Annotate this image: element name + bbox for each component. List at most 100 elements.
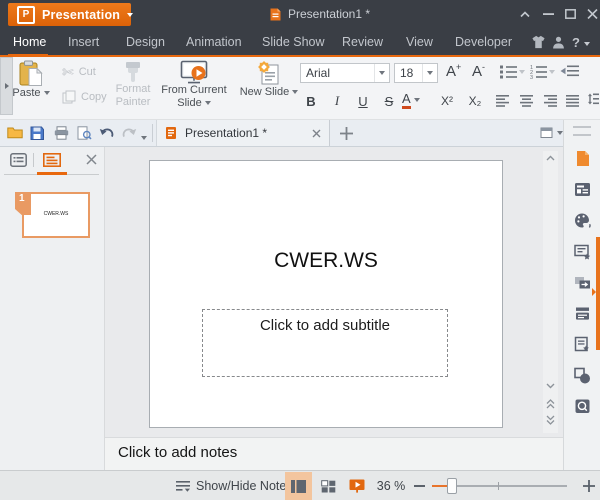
slide-sorter-icon	[321, 480, 336, 493]
preview-pane-icon[interactable]	[574, 398, 591, 415]
next-slide-button[interactable]	[543, 413, 558, 427]
collapsed-pane-flag[interactable]	[596, 237, 600, 350]
tab-design[interactable]: Design	[126, 31, 165, 54]
qat-separator	[152, 124, 153, 142]
switch-window-icon	[540, 127, 554, 139]
indent-icon	[560, 65, 579, 78]
cut-scissors-icon: ✄	[62, 65, 74, 79]
tab-review[interactable]: Review	[342, 31, 383, 54]
account-person-icon[interactable]	[552, 36, 565, 49]
format-painter-button[interactable]: Format Painter	[110, 61, 156, 109]
italic-button[interactable]: I	[326, 91, 348, 111]
copy-button[interactable]: Copy	[62, 90, 107, 104]
save-button[interactable]	[30, 126, 44, 140]
collapse-ribbon-button[interactable]	[517, 8, 533, 20]
new-slide-button[interactable]: New Slide	[238, 61, 300, 98]
scroll-down-button[interactable]	[543, 379, 558, 393]
align-right-button[interactable]	[544, 95, 558, 107]
slide-layout-icon[interactable]	[574, 181, 591, 198]
decrease-indent-button[interactable]	[560, 65, 579, 78]
previous-slide-button[interactable]	[543, 397, 558, 411]
slide-sorter-view-button[interactable]	[315, 472, 342, 500]
panel-close-icon	[86, 154, 97, 165]
from-current-slide-label: From Current Slide	[161, 84, 226, 109]
transition-icon[interactable]	[574, 274, 591, 291]
switch-window-button[interactable]	[540, 127, 563, 139]
normal-view-button[interactable]	[285, 472, 312, 500]
show-hide-note-button[interactable]	[176, 480, 191, 493]
plus-icon	[340, 127, 353, 140]
line-spacing-icon	[588, 93, 599, 108]
slideshow-play-icon	[349, 479, 365, 493]
open-button[interactable]	[7, 126, 23, 139]
file-task-icon[interactable]	[574, 150, 591, 167]
minimize-button[interactable]	[540, 8, 556, 20]
tab-animation[interactable]: Animation	[186, 31, 242, 54]
slideshow-view-button[interactable]	[343, 472, 370, 500]
slide-thumbnail[interactable]: CWER.WS	[22, 192, 90, 238]
tab-view[interactable]: View	[406, 31, 433, 54]
bullets-button[interactable]	[500, 64, 525, 79]
zoom-slider-handle[interactable]	[447, 478, 457, 494]
font-size-value: 18	[400, 66, 413, 80]
numbering-button[interactable]: 123	[530, 64, 555, 79]
align-left-button[interactable]	[496, 95, 510, 107]
document-icon	[270, 8, 281, 21]
skin-tshirt-icon[interactable]	[531, 35, 546, 49]
notes-area[interactable]: Click to add notes	[105, 437, 563, 470]
tab-slide-show[interactable]: Slide Show	[262, 31, 325, 54]
close-button[interactable]	[584, 8, 600, 20]
zoom-in-button[interactable]	[583, 480, 595, 492]
slide-number-tag: 1	[15, 192, 31, 215]
font-size-combobox[interactable]: 18	[394, 63, 438, 83]
zoom-out-button[interactable]	[414, 485, 425, 487]
slides-icon	[43, 153, 61, 167]
slide-title-text[interactable]: CWER.WS	[150, 249, 502, 273]
redo-button[interactable]	[121, 126, 137, 139]
font-color-button[interactable]: A	[402, 91, 420, 109]
help-button[interactable]: ?	[572, 31, 590, 54]
subscript-button[interactable]: X₂	[462, 91, 488, 111]
line-spacing-button[interactable]	[588, 93, 599, 108]
bold-button[interactable]: B	[300, 91, 322, 111]
print-preview-button[interactable]	[77, 126, 92, 140]
font-name-combobox[interactable]: Arial	[300, 63, 390, 83]
decrease-font-button[interactable]: A-	[472, 62, 485, 80]
animation-pane-icon[interactable]	[574, 305, 591, 322]
outline-view-tab[interactable]	[10, 153, 27, 167]
maximize-button[interactable]	[562, 8, 578, 20]
strikethrough-button[interactable]: S	[378, 91, 400, 111]
cut-button[interactable]: ✄ Cut	[62, 65, 96, 79]
document-tab[interactable]: Presentation1 *	[156, 120, 330, 146]
undo-button[interactable]	[99, 126, 115, 139]
justify-button[interactable]	[566, 95, 580, 107]
new-tab-button[interactable]	[340, 127, 353, 140]
vertical-scrollbar[interactable]	[543, 151, 558, 433]
scroll-up-button[interactable]	[543, 151, 558, 165]
tab-insert[interactable]: Insert	[68, 31, 99, 54]
design-palette-icon[interactable]	[574, 212, 591, 229]
slides-view-tab[interactable]	[43, 153, 61, 167]
show-hide-note-label[interactable]: Show/Hide Note	[196, 479, 286, 493]
template-star-icon[interactable]	[574, 243, 591, 260]
subtitle-placeholder-box[interactable]: Click to add subtitle	[202, 309, 448, 377]
from-current-slide-button[interactable]: From Current Slide	[158, 60, 230, 110]
panel-close-button[interactable]	[86, 154, 97, 165]
align-center-button[interactable]	[520, 95, 534, 107]
notes-pane-icon[interactable]	[574, 336, 591, 353]
tab-close-icon[interactable]	[312, 129, 321, 138]
increase-font-button[interactable]: A+	[446, 62, 461, 80]
tab-developer[interactable]: Developer	[455, 31, 512, 54]
underline-button[interactable]: U	[352, 91, 374, 111]
slide[interactable]: CWER.WS Click to add subtitle	[149, 160, 503, 428]
tab-home[interactable]: Home	[13, 31, 46, 54]
shapes-icon[interactable]	[574, 367, 591, 384]
qat-customize-button[interactable]	[141, 130, 147, 144]
pane-expand-arrow-icon	[592, 288, 596, 296]
superscript-button[interactable]: X²	[434, 91, 460, 111]
app-menu-button[interactable]: P Presentation	[8, 3, 131, 26]
paste-button[interactable]: Paste	[8, 60, 54, 99]
print-button[interactable]	[54, 126, 69, 140]
rail-grip-handle[interactable]	[573, 126, 591, 136]
subtitle-placeholder-text: Click to add subtitle	[203, 317, 447, 334]
